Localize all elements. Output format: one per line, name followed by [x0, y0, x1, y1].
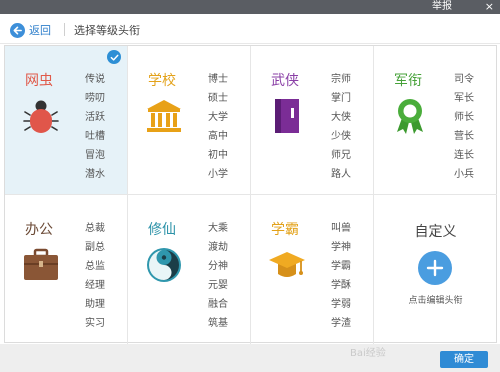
title-option[interactable]: 军长 [454, 89, 494, 108]
back-label: 返回 [29, 24, 51, 37]
category-name: 学校 [148, 73, 176, 89]
category-name: 学霸 [271, 222, 299, 238]
report-link[interactable]: 举报 [432, 0, 452, 14]
title-option[interactable]: 大学 [208, 108, 248, 127]
title-option[interactable]: 元婴 [208, 276, 248, 295]
title-option[interactable]: 冒泡 [85, 146, 125, 165]
category-name: 武侠 [271, 73, 299, 89]
title-option[interactable]: 路人 [331, 165, 371, 184]
title-option[interactable]: 分神 [208, 257, 248, 276]
title-option[interactable]: 学酥 [331, 276, 371, 295]
title-option[interactable]: 学弱 [331, 295, 371, 314]
title-option[interactable]: 潜水 [85, 165, 125, 184]
title-option[interactable]: 学神 [331, 238, 371, 257]
category-name: 军衔 [394, 73, 422, 89]
title-option[interactable]: 大乘 [208, 219, 248, 238]
footer-bar: 确定 [0, 344, 500, 372]
title-option[interactable]: 渡劫 [208, 238, 248, 257]
title-list: 叫兽 学神 学霸 学酥 学弱 学渣 [331, 219, 371, 333]
close-button[interactable]: × [485, 0, 494, 14]
school-building-icon [144, 96, 184, 136]
category-name: 办公 [25, 222, 53, 238]
title-list: 博士 硕士 大学 高中 初中 小学 [208, 70, 248, 184]
title-option[interactable]: 师兄 [331, 146, 371, 165]
briefcase-icon [21, 245, 61, 285]
header-divider [64, 23, 65, 36]
title-list: 总裁 副总 总监 经理 助理 实习 [85, 219, 125, 333]
category-card-xueba[interactable]: 学霸 叫兽 学神 学霸 学酥 学弱 学渣 [251, 195, 374, 344]
title-option[interactable]: 筑基 [208, 314, 248, 333]
graduation-cap-icon [267, 245, 307, 285]
category-card-junxian[interactable]: 军衔 司令 军长 师长 营长 连长 小兵 [374, 46, 497, 195]
title-option[interactable]: 经理 [85, 276, 125, 295]
title-list: 大乘 渡劫 分神 元婴 融合 筑基 [208, 219, 248, 333]
title-option[interactable]: 唠叨 [85, 89, 125, 108]
title-list: 司令 军长 师长 营长 连长 小兵 [454, 70, 494, 184]
title-category-grid: 网虫 传说 唠叨 活跃 吐槽 冒泡 潜水 学校 博士 硕士 大学 高中 初中 小… [4, 45, 497, 344]
title-option[interactable]: 副总 [85, 238, 125, 257]
title-option[interactable]: 总监 [85, 257, 125, 276]
title-option[interactable]: 宗师 [331, 70, 371, 89]
yin-yang-icon [144, 245, 184, 285]
category-name: 网虫 [25, 73, 53, 89]
title-option[interactable]: 实习 [85, 314, 125, 333]
selected-check-icon [107, 50, 121, 64]
title-list: 传说 唠叨 活跃 吐槽 冒泡 潜水 [85, 70, 125, 184]
custom-title-hint: 点击编辑头衔 [408, 296, 463, 306]
category-card-xiuxian[interactable]: 修仙 大乘 渡劫 分神 元婴 融合 筑基 [128, 195, 251, 344]
title-option[interactable]: 传说 [85, 70, 125, 89]
title-option[interactable]: 总裁 [85, 219, 125, 238]
title-bar: 举报 × [0, 0, 500, 14]
book-icon [267, 96, 307, 136]
title-option[interactable]: 初中 [208, 146, 248, 165]
category-card-wuxia[interactable]: 武侠 宗师 掌门 大侠 少侠 师兄 路人 [251, 46, 374, 195]
category-card-bangong[interactable]: 办公 总裁 副总 总监 经理 助理 实习 [5, 195, 128, 344]
custom-title-label: 自定义 [414, 224, 457, 240]
title-option[interactable]: 司令 [454, 70, 494, 89]
page-title: 选择等级头衔 [74, 24, 140, 37]
title-option[interactable]: 活跃 [85, 108, 125, 127]
title-option[interactable]: 大侠 [331, 108, 371, 127]
title-option[interactable]: 少侠 [331, 127, 371, 146]
title-option[interactable]: 博士 [208, 70, 248, 89]
plus-icon[interactable] [418, 251, 452, 285]
title-option[interactable]: 学霸 [331, 257, 371, 276]
watermark: Bai经验 [350, 348, 386, 359]
sub-header: 返回 选择等级头衔 [0, 14, 500, 44]
title-option[interactable]: 连长 [454, 146, 494, 165]
title-option[interactable]: 吐槽 [85, 127, 125, 146]
bug-icon [21, 96, 61, 136]
title-list: 宗师 掌门 大侠 少侠 师兄 路人 [331, 70, 371, 184]
confirm-button[interactable]: 确定 [440, 351, 488, 368]
title-option[interactable]: 营长 [454, 127, 494, 146]
title-option[interactable]: 掌门 [331, 89, 371, 108]
title-option[interactable]: 小学 [208, 165, 248, 184]
title-option[interactable]: 小兵 [454, 165, 494, 184]
title-option[interactable]: 融合 [208, 295, 248, 314]
category-name: 修仙 [148, 222, 176, 238]
title-option[interactable]: 学渣 [331, 314, 371, 333]
back-button[interactable]: 返回 [10, 22, 51, 38]
category-card-wangchong[interactable]: 网虫 传说 唠叨 活跃 吐槽 冒泡 潜水 [5, 46, 128, 195]
title-option[interactable]: 助理 [85, 295, 125, 314]
back-arrow-icon [10, 22, 25, 38]
title-option[interactable]: 高中 [208, 127, 248, 146]
medal-icon [390, 96, 430, 136]
custom-title-card[interactable]: 自定义 点击编辑头衔 [374, 195, 497, 344]
title-option[interactable]: 师长 [454, 108, 494, 127]
title-option[interactable]: 硕士 [208, 89, 248, 108]
category-card-xuexiao[interactable]: 学校 博士 硕士 大学 高中 初中 小学 [128, 46, 251, 195]
title-option[interactable]: 叫兽 [331, 219, 371, 238]
